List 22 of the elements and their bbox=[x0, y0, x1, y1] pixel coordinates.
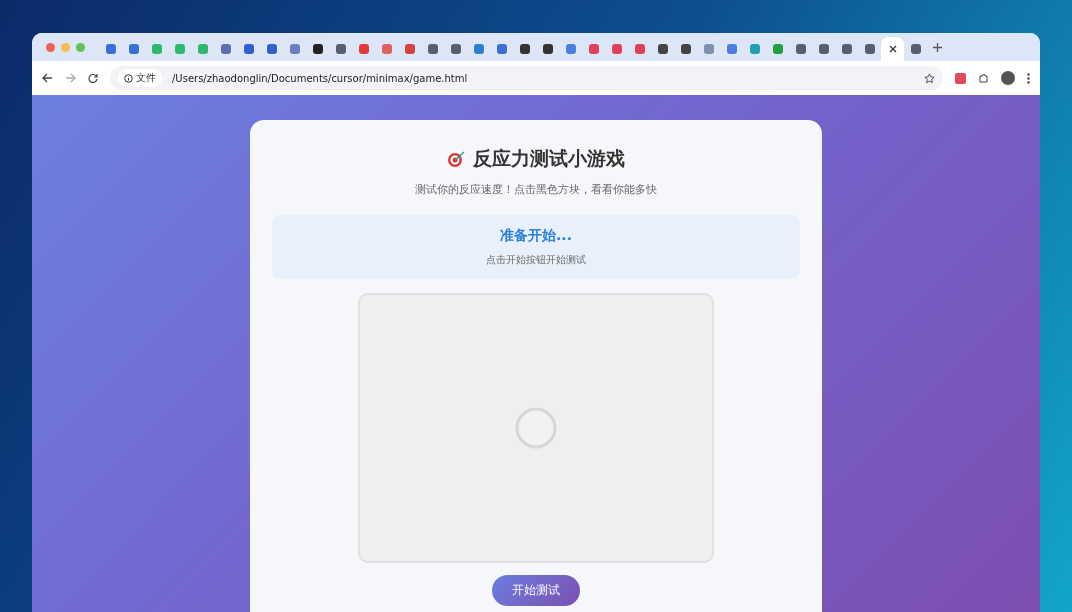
url-text: /Users/zhaodonglin/Documents/cursor/minimax/game.html bbox=[172, 72, 469, 84]
back-icon[interactable] bbox=[42, 73, 53, 83]
new-tab-icon[interactable] bbox=[933, 42, 942, 52]
info-icon bbox=[124, 73, 133, 83]
star-icon[interactable] bbox=[924, 72, 935, 84]
target-icon bbox=[447, 150, 467, 168]
close-icon[interactable] bbox=[888, 45, 897, 53]
avatar-icon[interactable] bbox=[1001, 71, 1015, 85]
forward-icon[interactable] bbox=[65, 73, 76, 83]
status-heading: 准备开始... bbox=[500, 227, 572, 245]
start-button[interactable]: 开始测试 bbox=[492, 575, 580, 606]
status-hint: 点击开始按钮开始测试 bbox=[486, 253, 586, 267]
close-window-icon[interactable] bbox=[46, 42, 55, 52]
ring-icon bbox=[515, 407, 557, 449]
menu-icon[interactable] bbox=[1027, 72, 1030, 84]
extension-icon[interactable] bbox=[955, 72, 966, 84]
address-bar[interactable]: 文件 /Users/zhaodonglin/Documents/cursor/minimax/game.html bbox=[110, 66, 943, 90]
reload-icon[interactable] bbox=[88, 73, 98, 83]
game-subtitle: 测试你的反应速度！点击黑色方块，看看你能多快 bbox=[415, 182, 657, 197]
browser-tab[interactable] bbox=[881, 37, 904, 61]
game-title: 反应力测试小游戏 bbox=[473, 146, 625, 171]
security-chip[interactable]: 文件 bbox=[118, 69, 162, 87]
